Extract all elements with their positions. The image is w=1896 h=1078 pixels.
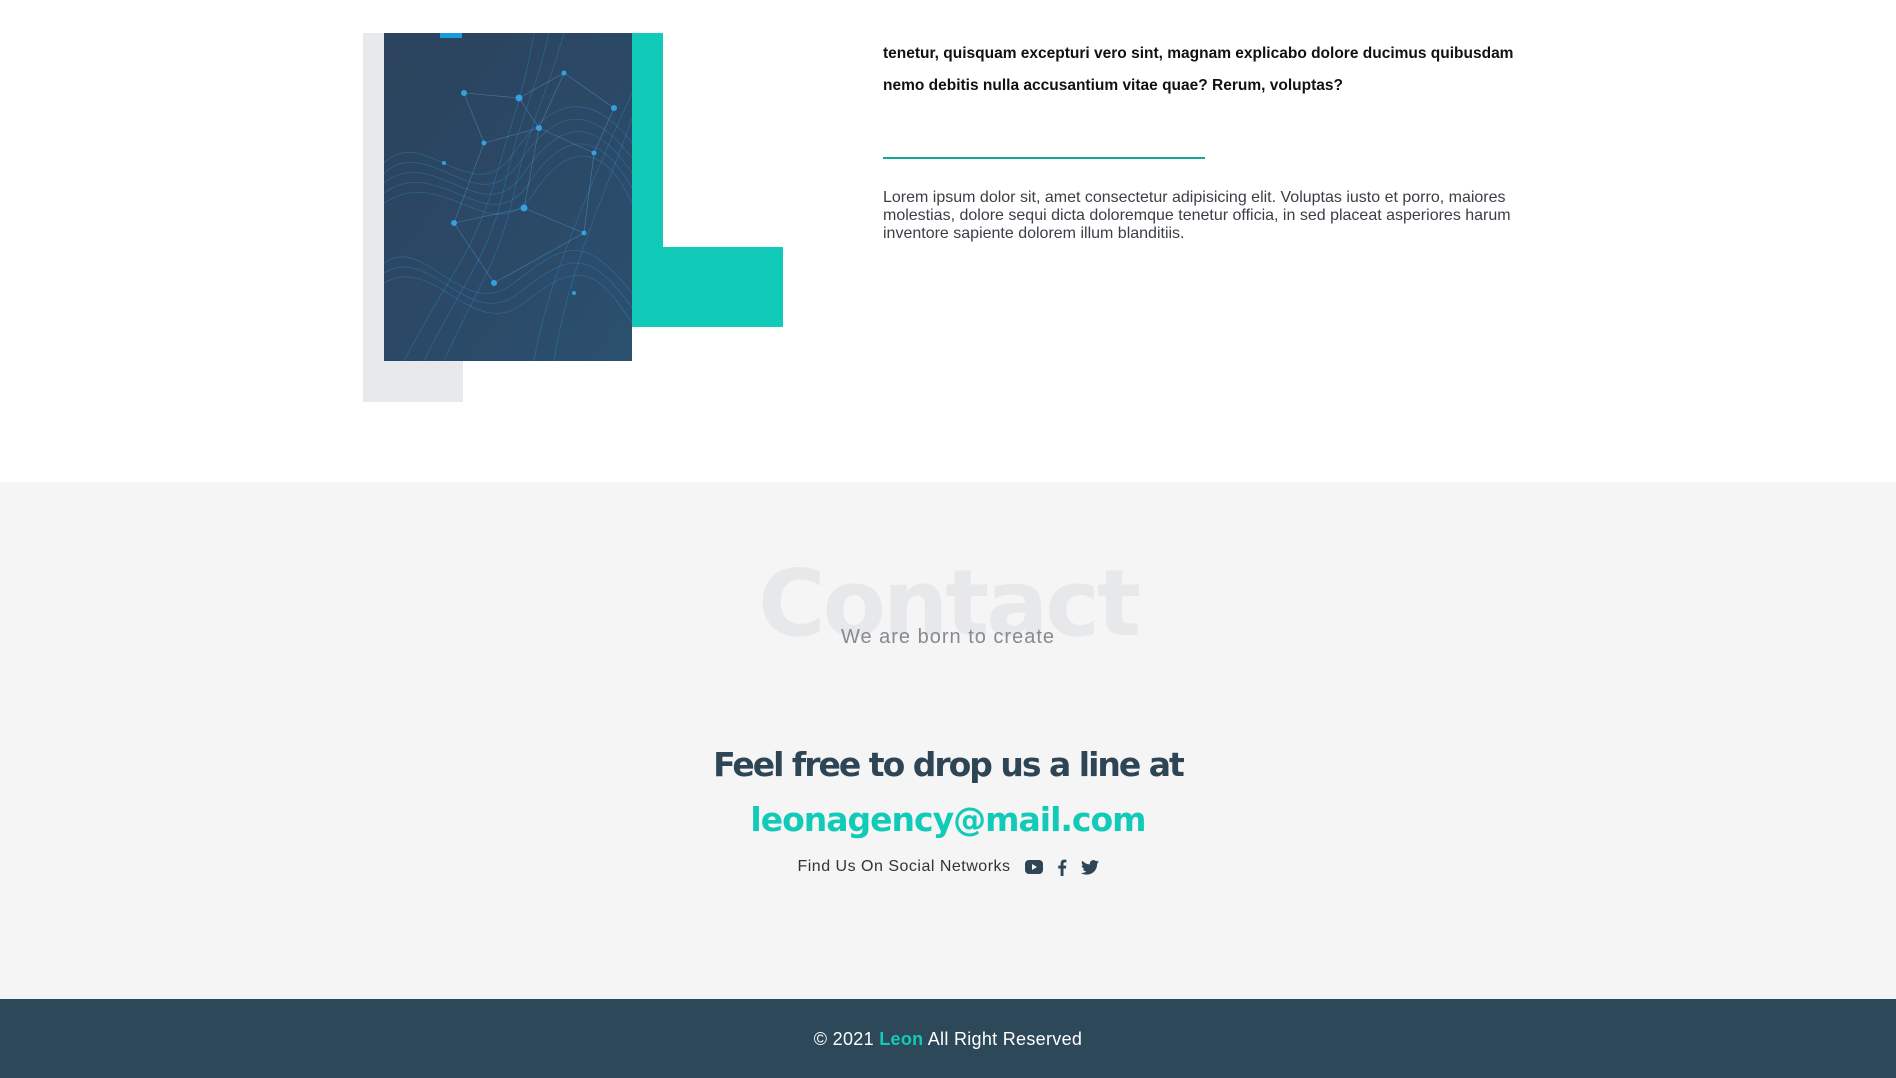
copyright-prefix: © 2021: [813, 1029, 874, 1049]
social-label: Find Us On Social Networks: [797, 858, 1011, 875]
decorative-teal-block: [630, 247, 783, 327]
copyright-suffix: All Right Reserved: [927, 1029, 1083, 1049]
about-divider: [883, 157, 1205, 159]
contact-subtitle: We are born to create: [840, 626, 1056, 648]
network-illustration: [384, 33, 632, 361]
footer-copyright: © 2021 Leon All Right Reserved: [0, 1029, 1896, 1050]
contact-email-link[interactable]: leonagency@mail.com: [0, 800, 1896, 839]
about-body-text: Lorem ipsum dolor sit, amet consectetur …: [883, 189, 1511, 242]
about-section: tenetur, quisquam excepturi vero sint, m…: [0, 0, 1896, 482]
about-image: [384, 33, 632, 361]
facebook-icon[interactable]: [1053, 858, 1071, 876]
youtube-icon[interactable]: [1024, 858, 1043, 876]
about-bold-text: tenetur, quisquam excepturi vero sint, m…: [883, 45, 1514, 94]
footer: © 2021 Leon All Right Reserved: [0, 999, 1896, 1078]
contact-section: Contact We are born to create Feel free …: [0, 482, 1896, 999]
footer-brand: Leon: [879, 1029, 924, 1049]
twitter-icon[interactable]: [1080, 858, 1099, 876]
social-networks: Find Us On Social Networks: [0, 858, 1896, 876]
contact-heading: Feel free to drop us a line at: [713, 745, 1185, 784]
